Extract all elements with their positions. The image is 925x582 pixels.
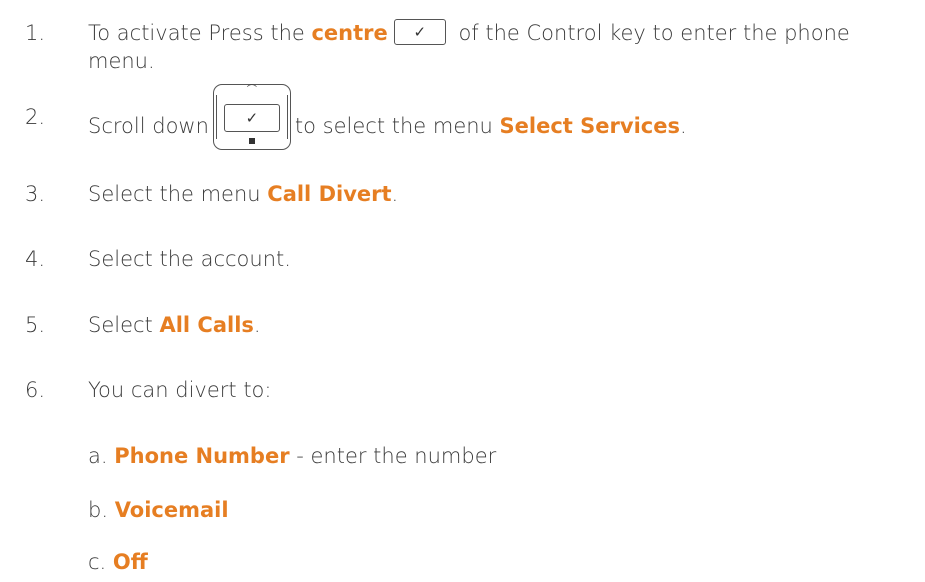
checkmark-icon: ✓ <box>413 23 427 41</box>
step-text-part: . <box>391 182 399 206</box>
option-off: c. Off <box>88 549 148 575</box>
step-text-part: to select the menu <box>294 114 500 138</box>
pad-centre-key-icon: ✓ <box>223 104 280 132</box>
option-phone-number: a. Phone Number - enter the number <box>88 443 496 469</box>
step-text-part: of the Control key to enter the phone <box>451 21 850 45</box>
step-number: 5. <box>25 313 46 337</box>
option-rest: - enter the number <box>289 444 497 468</box>
highlight-phone-number: Phone Number <box>114 444 290 468</box>
step-text-part: Select the menu <box>88 182 268 206</box>
step-text-part: Scroll down <box>88 114 209 138</box>
step-number: 1. <box>25 21 46 45</box>
option-voicemail: b. Voicemail <box>88 497 229 523</box>
pad-right-edge <box>285 95 288 139</box>
pad-left-edge <box>215 95 219 139</box>
navigation-pad-icon: ⌒ ✓ <box>212 84 291 150</box>
step-number: 6. <box>25 378 46 402</box>
step-text: Scroll down ⌒ ✓ to select the menu Select S… <box>88 84 687 150</box>
control-key-centre-icon: ✓ <box>393 19 446 45</box>
step-text-part: To activate Press the <box>88 21 312 45</box>
step-number: 4. <box>25 247 46 271</box>
step-text-part: . <box>253 313 261 337</box>
step-text: Select All Calls. <box>88 312 261 338</box>
step-text-part: . <box>679 114 687 138</box>
highlight-all-calls: All Calls <box>159 313 254 337</box>
step-number: 3. <box>25 182 46 206</box>
step-text-part: Select <box>88 313 160 337</box>
highlight-off: Off <box>112 550 148 574</box>
checkmark-icon: ✓ <box>245 109 259 127</box>
scroll-down-icon <box>248 138 255 144</box>
option-prefix: c. <box>88 550 113 574</box>
highlight-voicemail: Voicemail <box>114 498 229 522</box>
step-text: Select the menu Call Divert. <box>88 181 398 207</box>
step-text: To activate Press the centre ✓ of the Con… <box>88 19 850 46</box>
step-text-line2: menu. <box>88 49 155 73</box>
highlight-call-divert: Call Divert <box>267 182 392 206</box>
step-text: You can divert to: <box>88 378 272 402</box>
option-prefix: b. <box>88 498 115 522</box>
step-text: Select the account. <box>88 247 291 271</box>
highlight-centre: centre <box>311 21 388 45</box>
option-prefix: a. <box>88 444 115 468</box>
scroll-up-icon: ⌒ <box>246 85 257 96</box>
step-number: 2. <box>25 105 46 129</box>
highlight-select-services: Select Services <box>499 114 680 138</box>
